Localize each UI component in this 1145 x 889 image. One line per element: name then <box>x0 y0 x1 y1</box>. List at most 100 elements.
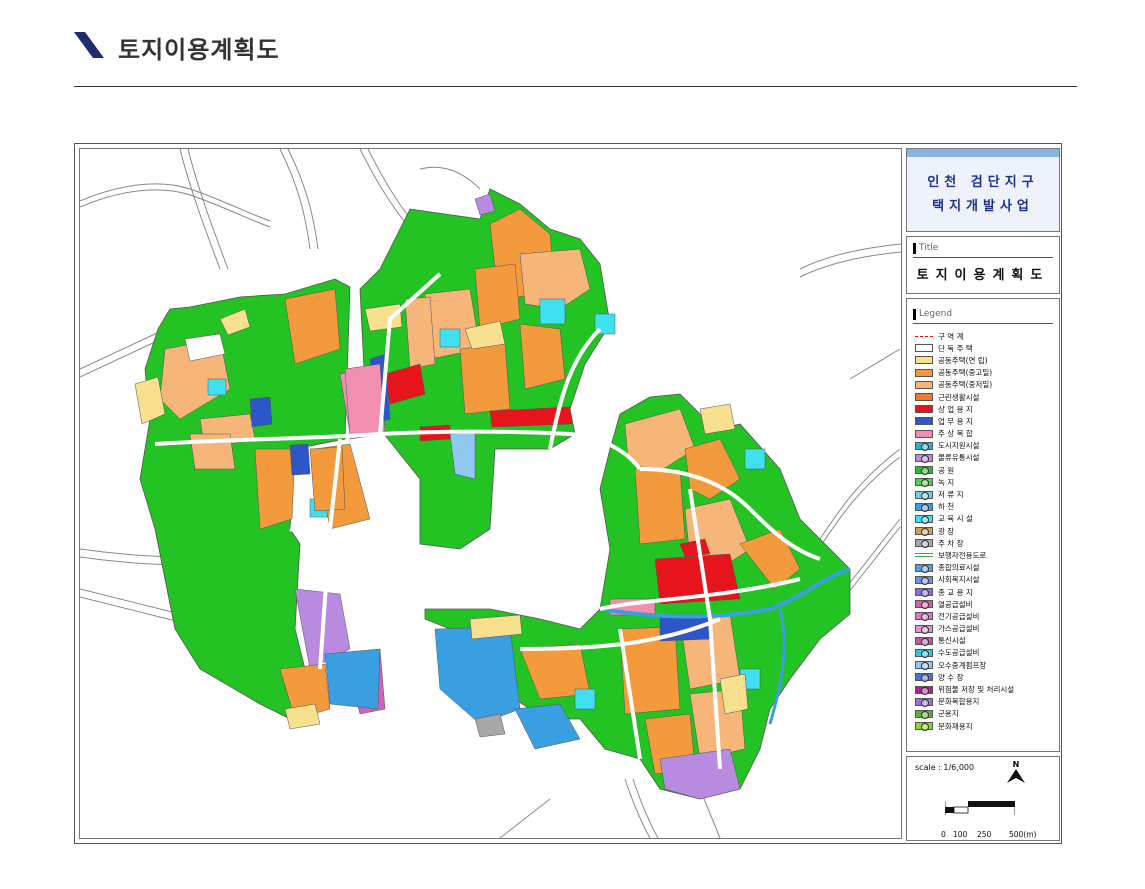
scale-text: scale : 1/6,000 <box>915 763 975 772</box>
west-blue-3 <box>289 443 311 476</box>
legend-item-label: 통신시설 <box>938 636 966 646</box>
project-box: 인천 검단지구 택지개발사업 <box>906 148 1060 232</box>
legend-box: Legend 구 역 계단 독 주 택 공동주택(연 립) 공동주택(중고밀) 공동주… <box>906 298 1060 752</box>
legend-list: 구 역 계단 독 주 택 공동주택(연 립) 공동주택(중고밀) 공동주택(중저밀) 근… <box>915 330 1014 732</box>
title-box-rule <box>913 257 1053 258</box>
legend-item-label: 구 역 계 <box>938 331 964 341</box>
east-yellow-1 <box>699 403 736 435</box>
legend-item: 양 수 장 <box>915 671 1014 683</box>
legend-item-label: 업 무 용 지 <box>938 416 973 426</box>
scale-tick: 100 <box>953 830 968 839</box>
east-blue-2 <box>434 626 521 725</box>
legend-swatch <box>915 441 933 451</box>
legend-item-label: 상 업 용 지 <box>938 404 973 414</box>
legend-item-label: 전기공급설비 <box>938 611 980 621</box>
legend-item: 수도공급설비 <box>915 647 1014 659</box>
title-box-name: 토지이용계획도 <box>916 268 1050 283</box>
legend-item-label: 오수중계펌프장 <box>938 660 987 670</box>
legend-item-label: 광 장 <box>938 526 955 536</box>
legend-item-label: 공동주택(연 립) <box>938 355 988 365</box>
legend-swatch <box>915 335 933 337</box>
legend-item: 교 육 시 설 <box>915 513 1014 525</box>
legend-swatch <box>915 429 933 438</box>
legend-item-label: 공동주택(중저밀) <box>938 380 993 390</box>
legend-swatch <box>915 417 933 426</box>
legend-swatch <box>915 636 933 646</box>
legend-swatch <box>915 453 933 463</box>
legend-item: 문화복합용지 <box>915 696 1014 708</box>
legend-swatch <box>915 478 933 488</box>
legend-swatch <box>915 553 933 558</box>
legend-swatch <box>915 368 933 377</box>
legend-swatch <box>915 600 933 610</box>
legend-item-label: 근린생활시설 <box>938 392 980 402</box>
scale-tick: 250 <box>977 830 992 839</box>
west-cyan-1 <box>207 378 227 396</box>
north-yellow-2 <box>364 303 403 332</box>
legend-swatch <box>915 380 933 389</box>
west-blue-1 <box>324 648 381 710</box>
legend-item-label: 열공급설비 <box>938 599 973 609</box>
legend-item: 광 장 <box>915 525 1014 537</box>
legend-item: 공동주택(중고밀) <box>915 367 1014 379</box>
legend-swatch <box>915 588 933 598</box>
legend-item: 군용지 <box>915 708 1014 720</box>
legend-swatch <box>915 612 933 622</box>
legend-item: 가스공급설비 <box>915 623 1014 635</box>
legend-item: 구 역 계 <box>915 330 1014 342</box>
project-box-bar <box>907 149 1059 157</box>
north-cyan-1 <box>539 298 566 325</box>
legend-item: 물류유통시설 <box>915 452 1014 464</box>
legend-item: 공동주택(연 립) <box>915 354 1014 366</box>
legend-swatch <box>915 697 933 707</box>
legend-swatch <box>915 685 933 695</box>
project-name-line2: 택지개발사업 <box>932 199 1034 214</box>
legend-item-label: 녹 지 <box>938 477 955 487</box>
legend-item: 통신시설 <box>915 635 1014 647</box>
legend-item-label: 가스공급설비 <box>938 624 980 634</box>
legend-item: 오수중계펌프장 <box>915 659 1014 671</box>
legend-item: 종 교 용 지 <box>915 586 1014 598</box>
legend-swatch <box>915 624 933 634</box>
legend-item: 하 천 <box>915 501 1014 513</box>
legend-item: 녹 지 <box>915 476 1014 488</box>
legend-item-label: 문화재용지 <box>938 721 973 731</box>
legend-label: Legend <box>913 309 952 320</box>
legend-item-label: 위험물 저장 및 처리시설 <box>938 685 1015 695</box>
legend-item-label: 군용지 <box>938 709 959 719</box>
land-use-map <box>79 148 902 839</box>
legend-item: 열공급설비 <box>915 598 1014 610</box>
legend-item: 상 업 용 지 <box>915 403 1014 415</box>
legend-item: 주 차 장 <box>915 537 1014 549</box>
legend-swatch <box>915 466 933 476</box>
legend-swatch <box>915 393 933 402</box>
legend-item: 업 무 용 지 <box>915 415 1014 427</box>
scale-tick: 0 <box>941 830 946 839</box>
title-box: Title 토지이용계획도 <box>906 236 1060 294</box>
legend-item-label: 공동주택(중고밀) <box>938 368 993 378</box>
north-label: N <box>1013 760 1020 769</box>
legend-item-label: 보행자전용도로 <box>938 550 987 560</box>
north-orange-6 <box>459 343 511 415</box>
legend-item: 저 류 지 <box>915 488 1014 500</box>
legend-item-label: 물류유통시설 <box>938 453 980 463</box>
scale-box: scale : 1/6,000 N 0 100 250 500(m) <box>906 756 1060 841</box>
legend-swatch <box>915 405 933 414</box>
legend-item: 공동주택(중저밀) <box>915 379 1014 391</box>
north-arrow-icon: N <box>1007 760 1025 783</box>
legend-swatch <box>915 344 933 353</box>
legend-item: 단 독 주 택 <box>915 342 1014 354</box>
north-orange-5 <box>474 263 521 330</box>
legend-item: 문화재용지 <box>915 720 1014 732</box>
scale-bar <box>945 801 1015 815</box>
legend-rule <box>913 323 1053 324</box>
legend-item-label: 주 상 복 합 <box>938 429 973 439</box>
east-orange-3 <box>634 468 686 545</box>
legend-item-label: 수도공급설비 <box>938 648 980 658</box>
legend-swatch <box>915 490 933 500</box>
legend-item: 근린생활시설 <box>915 391 1014 403</box>
legend-item-label: 문화복합용지 <box>938 697 980 707</box>
legend-swatch <box>915 648 933 658</box>
legend-swatch <box>915 539 933 549</box>
legend-item: 보행자전용도로 <box>915 549 1014 561</box>
